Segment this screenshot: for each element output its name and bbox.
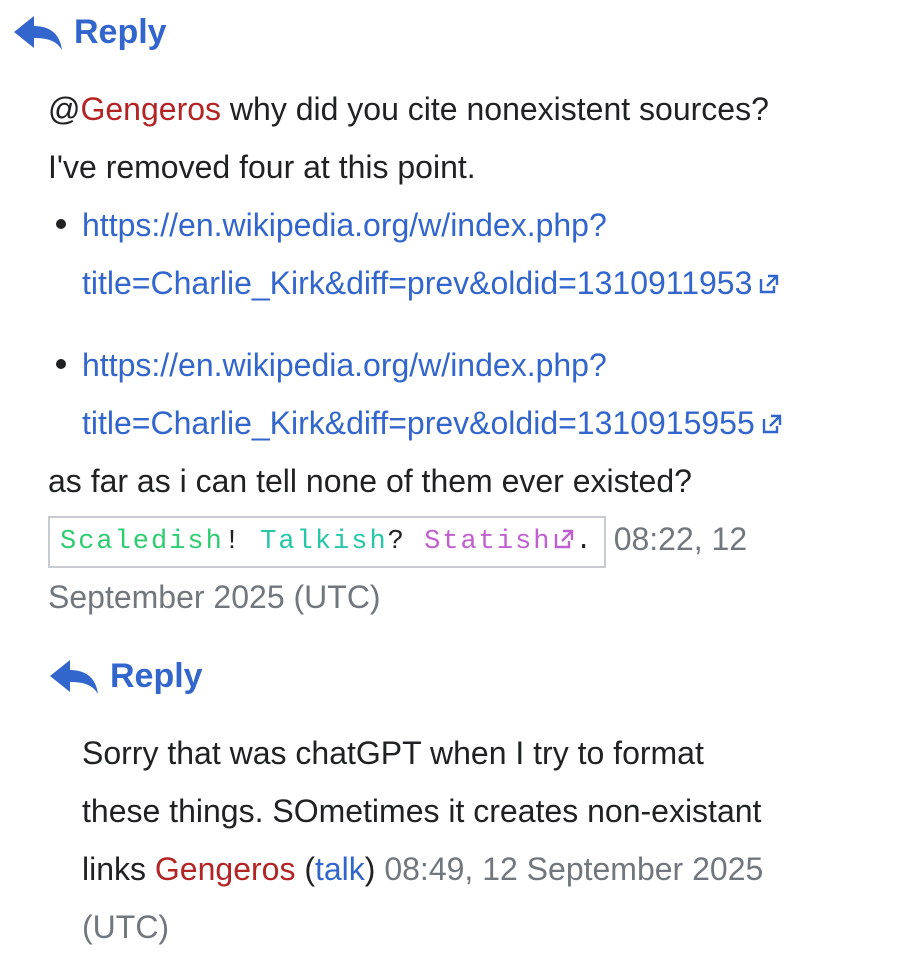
signature-punct: ! — [223, 527, 243, 557]
source-list: https://en.wikipedia.org/w/index.php? tit… — [48, 196, 888, 452]
paren-open: ( — [304, 851, 315, 887]
link-text-part2: title=Charlie_Kirk&diff=prev&oldid=13109… — [82, 265, 753, 301]
timestamp[interactable]: 08:49, 12 September 2025 — [375, 851, 763, 887]
signature-line: Scaledish! Talkish? Statish. 08:22, 12 — [48, 510, 888, 568]
comment: @Gengeros why did you cite nonexistent s… — [48, 80, 888, 626]
link-text-part1: https://en.wikipedia.org/w/index.php? — [82, 207, 607, 243]
link-text-part2: title=Charlie_Kirk&diff=prev&oldid=13109… — [82, 405, 755, 441]
comment-line: I've removed four at this point. — [48, 149, 476, 185]
external-link-icon — [553, 528, 575, 550]
list-item: https://en.wikipedia.org/w/index.php? tit… — [48, 196, 888, 312]
reply-label: Reply — [74, 13, 167, 51]
comment: Sorry that was chatGPT when I try to for… — [82, 724, 882, 956]
external-link[interactable]: https://en.wikipedia.org/w/index.php? tit… — [82, 347, 783, 441]
comment-text: why did you cite nonexistent sources? — [221, 91, 769, 127]
signature-punct: ? — [387, 527, 406, 557]
signature-user-link[interactable]: Scaledish — [60, 527, 224, 557]
comment-line: these things. SOmetimes it creates non-e… — [82, 793, 762, 829]
user-link[interactable]: Gengeros — [155, 851, 296, 887]
link-text-part1: https://en.wikipedia.org/w/index.php? — [82, 347, 607, 383]
list-item: https://en.wikipedia.org/w/index.php? tit… — [48, 336, 888, 452]
signature-stats-label: Statish — [424, 527, 552, 557]
mention-user-link[interactable]: Gengeros — [80, 91, 221, 127]
comment-line: links Gengeros (talk) 08:49, 12 Septembe… — [82, 840, 882, 898]
timestamp[interactable]: 08:22, 12 — [614, 521, 747, 557]
external-link-icon — [761, 413, 783, 435]
paren-close: ) — [364, 851, 376, 887]
timestamp-continued: (UTC) — [82, 909, 170, 945]
signature-stats-link[interactable]: Statish — [424, 527, 575, 557]
reply-button[interactable]: Reply — [12, 12, 167, 52]
reply-button[interactable]: Reply — [48, 656, 203, 696]
mention-prefix: @ — [48, 91, 81, 127]
comment-line: @Gengeros why did you cite nonexistent s… — [48, 80, 888, 138]
reply-label: Reply — [110, 657, 203, 695]
external-link[interactable]: https://en.wikipedia.org/w/index.php? tit… — [82, 207, 780, 301]
signature-punct: . — [575, 527, 594, 557]
comment-line: as far as i can tell none of them ever e… — [48, 463, 692, 499]
signature-talk-link[interactable]: Talkish — [260, 527, 387, 557]
external-link-icon — [758, 273, 780, 295]
reply-arrow-icon — [48, 656, 100, 696]
comment-text: links — [82, 851, 155, 887]
timestamp-continued: September 2025 (UTC) — [48, 579, 381, 615]
talk-link[interactable]: talk — [315, 851, 365, 887]
user-signature: Scaledish! Talkish? Statish. — [48, 516, 606, 568]
comment-line: Sorry that was chatGPT when I try to for… — [82, 735, 704, 771]
reply-arrow-icon — [12, 12, 64, 52]
